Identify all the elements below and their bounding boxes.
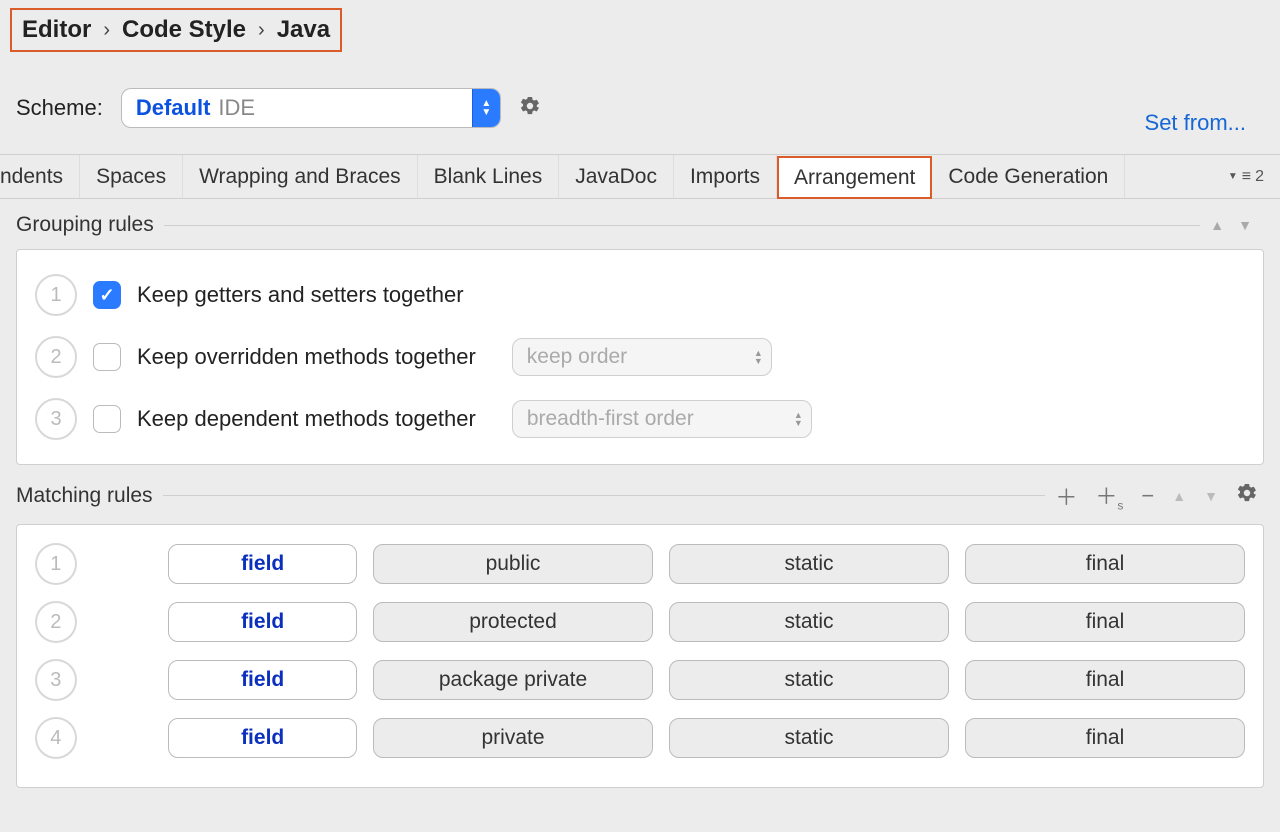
grouping-title: Grouping rules bbox=[16, 213, 154, 237]
scheme-suffix: IDE bbox=[218, 95, 255, 121]
matching-rule[interactable]: 4 field private static final bbox=[35, 709, 1245, 767]
rule-label: Keep dependent methods together bbox=[137, 406, 476, 432]
rule-label: Keep overridden methods together bbox=[137, 344, 476, 370]
list-icon: ≡ bbox=[1242, 168, 1251, 186]
add-section-icon[interactable]: ＋s bbox=[1095, 479, 1123, 512]
tab-imports[interactable]: Imports bbox=[674, 155, 777, 198]
pill-final[interactable]: final bbox=[965, 602, 1245, 642]
move-down-icon[interactable]: ▼ bbox=[1238, 217, 1252, 233]
pill-type[interactable]: field bbox=[168, 660, 357, 700]
updown-icon[interactable]: ▲▼ bbox=[472, 89, 500, 127]
pill-static[interactable]: static bbox=[669, 602, 949, 642]
matching-rule[interactable]: 3 field package private static final bbox=[35, 651, 1245, 709]
move-up-icon[interactable]: ▲ bbox=[1210, 217, 1224, 233]
matching-panel: 1 field public static final 2 field prot… bbox=[16, 524, 1264, 788]
grouping-rule[interactable]: 3 Keep dependent methods together breadt… bbox=[35, 388, 1245, 450]
pill-final[interactable]: final bbox=[965, 718, 1245, 758]
pill-static[interactable]: static bbox=[669, 718, 949, 758]
checkbox[interactable] bbox=[93, 405, 121, 433]
pill-static[interactable]: static bbox=[669, 544, 949, 584]
tab-spaces[interactable]: Spaces bbox=[80, 155, 183, 198]
breadcrumb: Editor › Code Style › Java bbox=[10, 8, 342, 52]
rule-number: 1 bbox=[35, 543, 77, 585]
move-down-icon[interactable]: ▼ bbox=[1204, 488, 1218, 504]
rule-number: 3 bbox=[35, 398, 77, 440]
tab-codegen[interactable]: Code Generation bbox=[932, 155, 1125, 198]
rule-label: Keep getters and setters together bbox=[137, 282, 464, 308]
tab-indents[interactable]: ndents bbox=[0, 155, 80, 198]
matching-title: Matching rules bbox=[16, 484, 153, 508]
pill-visibility[interactable]: protected bbox=[373, 602, 653, 642]
pill-static[interactable]: static bbox=[669, 660, 949, 700]
tab-javadoc[interactable]: JavaDoc bbox=[559, 155, 674, 198]
breadcrumb-codestyle[interactable]: Code Style bbox=[122, 16, 246, 44]
checkbox[interactable] bbox=[93, 281, 121, 309]
scheme-value: Default bbox=[136, 95, 211, 121]
remove-icon[interactable]: − bbox=[1141, 483, 1154, 509]
grouping-rule[interactable]: 1 Keep getters and setters together bbox=[35, 264, 1245, 326]
rule-number: 3 bbox=[35, 659, 77, 701]
matching-rule[interactable]: 1 field public static final bbox=[35, 535, 1245, 593]
tabs: ndents Spaces Wrapping and Braces Blank … bbox=[0, 155, 1280, 199]
pill-type[interactable]: field bbox=[168, 718, 357, 758]
grouping-panel: 1 Keep getters and setters together 2 Ke… bbox=[16, 249, 1264, 465]
pill-visibility[interactable]: package private bbox=[373, 660, 653, 700]
rule-number: 1 bbox=[35, 274, 77, 316]
set-from-link[interactable]: Set from... bbox=[1145, 110, 1246, 136]
rule-number: 4 bbox=[35, 717, 77, 759]
rule-number: 2 bbox=[35, 336, 77, 378]
order-select[interactable]: breadth-first order ▲▼ bbox=[512, 400, 812, 438]
chevron-right-icon: › bbox=[103, 19, 110, 42]
pill-type[interactable]: field bbox=[168, 602, 357, 642]
scheme-label: Scheme: bbox=[16, 95, 103, 121]
gear-icon[interactable] bbox=[1236, 482, 1258, 510]
pill-visibility[interactable]: public bbox=[373, 544, 653, 584]
tab-overflow-indicator[interactable]: ▼ ≡ 2 bbox=[1228, 155, 1280, 198]
order-select[interactable]: keep order ▲▼ bbox=[512, 338, 772, 376]
pill-type[interactable]: field bbox=[168, 544, 357, 584]
matching-rule[interactable]: 2 field protected static final bbox=[35, 593, 1245, 651]
updown-icon: ▲▼ bbox=[794, 411, 803, 427]
pill-final[interactable]: final bbox=[965, 660, 1245, 700]
rule-number: 2 bbox=[35, 601, 77, 643]
tab-arrangement[interactable]: Arrangement bbox=[777, 156, 932, 199]
add-icon[interactable]: ＋ bbox=[1055, 480, 1077, 512]
updown-icon: ▲▼ bbox=[754, 349, 763, 365]
tab-blank-lines[interactable]: Blank Lines bbox=[418, 155, 560, 198]
scheme-select[interactable]: Default IDE ▲▼ bbox=[121, 88, 501, 128]
pill-visibility[interactable]: private bbox=[373, 718, 653, 758]
checkbox[interactable] bbox=[93, 343, 121, 371]
chevron-down-icon: ▼ bbox=[1228, 171, 1238, 182]
move-up-icon[interactable]: ▲ bbox=[1172, 488, 1186, 504]
breadcrumb-editor[interactable]: Editor bbox=[22, 16, 91, 44]
breadcrumb-java[interactable]: Java bbox=[277, 16, 330, 44]
grouping-rule[interactable]: 2 Keep overridden methods together keep … bbox=[35, 326, 1245, 388]
chevron-right-icon: › bbox=[258, 19, 265, 42]
tab-wrapping[interactable]: Wrapping and Braces bbox=[183, 155, 418, 198]
pill-final[interactable]: final bbox=[965, 544, 1245, 584]
gear-icon[interactable] bbox=[519, 95, 545, 121]
